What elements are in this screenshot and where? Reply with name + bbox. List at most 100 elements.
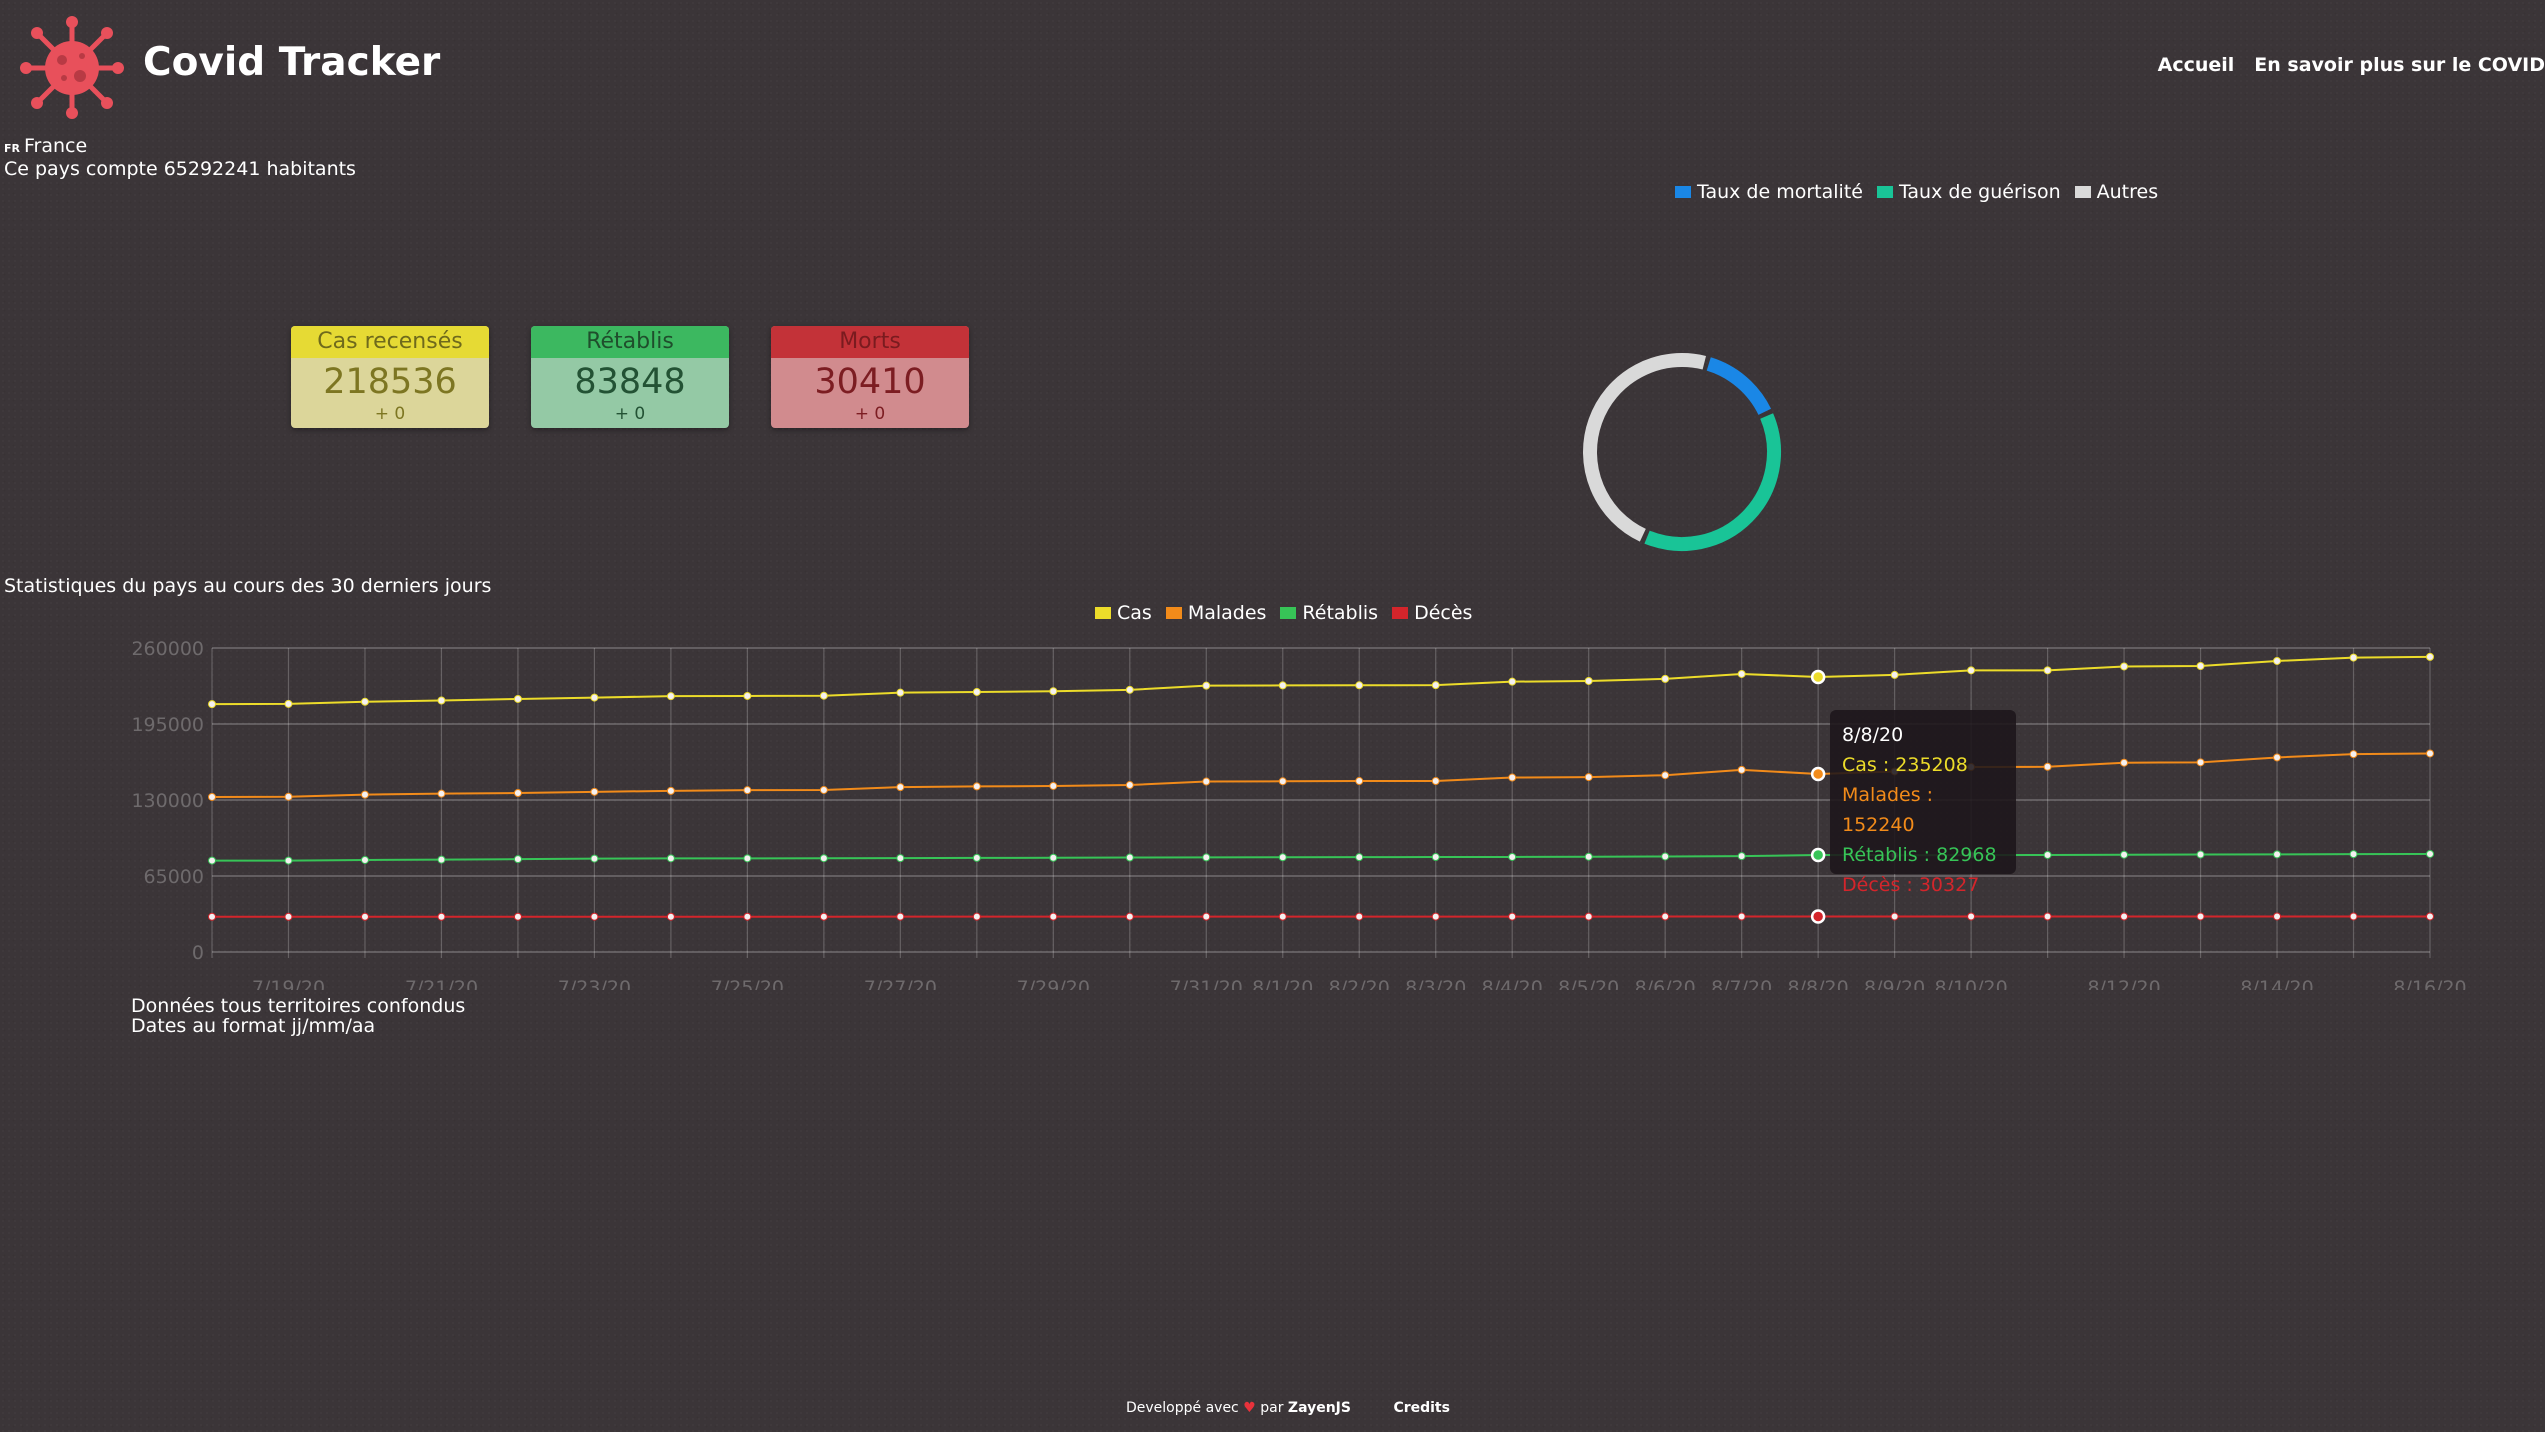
data-point[interactable] [2426, 652, 2434, 661]
data-point[interactable] [284, 792, 293, 801]
data-point[interactable] [590, 787, 599, 796]
data-point[interactable] [1202, 777, 1211, 786]
data-point[interactable] [360, 790, 369, 799]
legend-item-others[interactable]: Autres [2074, 181, 2158, 203]
data-point[interactable] [896, 854, 905, 863]
data-point[interactable] [819, 912, 828, 921]
data-point[interactable] [896, 912, 905, 921]
data-point[interactable] [1661, 674, 1670, 683]
data-point[interactable] [1278, 681, 1287, 690]
data-point[interactable] [360, 697, 369, 706]
data-point[interactable] [2273, 753, 2282, 762]
data-point[interactable] [1967, 912, 1976, 921]
data-point[interactable] [1431, 681, 1440, 690]
data-point[interactable] [666, 912, 675, 921]
data-point[interactable] [1278, 912, 1287, 921]
data-point[interactable] [1202, 912, 1211, 921]
donut-slice-recovery[interactable] [1644, 413, 1781, 551]
data-point[interactable] [513, 912, 522, 921]
data-point[interactable] [666, 692, 675, 701]
data-point[interactable] [1890, 912, 1899, 921]
data-point[interactable] [1967, 666, 1976, 675]
data-point[interactable] [2426, 749, 2434, 758]
data-point[interactable] [743, 912, 752, 921]
data-point[interactable] [1431, 912, 1440, 921]
data-point[interactable] [2349, 850, 2358, 859]
data-point[interactable] [743, 691, 752, 700]
data-point[interactable] [1584, 912, 1593, 921]
data-point[interactable] [360, 855, 369, 864]
data-point[interactable] [437, 855, 446, 864]
data-point[interactable] [1508, 773, 1517, 782]
data-point[interactable] [360, 912, 369, 921]
data-point[interactable] [2426, 849, 2434, 858]
data-point[interactable] [1431, 853, 1440, 862]
legend-item-mortality[interactable]: Taux de mortalité [1675, 181, 1863, 203]
data-point[interactable] [437, 789, 446, 798]
legend-item-cases[interactable]: Cas [1095, 602, 1152, 624]
data-point[interactable] [972, 687, 981, 696]
data-point[interactable] [208, 700, 216, 709]
data-point[interactable] [2120, 758, 2129, 767]
data-point[interactable] [1049, 781, 1058, 790]
data-point[interactable] [819, 785, 828, 794]
data-point[interactable] [1737, 912, 1746, 921]
credits-link[interactable]: Credits [1393, 1400, 1450, 1416]
data-point[interactable] [1355, 853, 1364, 862]
data-point[interactable] [437, 912, 446, 921]
data-point[interactable] [743, 854, 752, 863]
data-point[interactable] [590, 912, 599, 921]
data-point[interactable] [513, 855, 522, 864]
data-point[interactable] [1737, 669, 1746, 678]
author-link[interactable]: ZayenJS [1288, 1400, 1351, 1416]
data-point[interactable] [284, 699, 293, 708]
data-point[interactable] [2120, 662, 2129, 671]
data-point[interactable] [2196, 912, 2205, 921]
data-point[interactable] [2349, 653, 2358, 662]
data-point[interactable] [1508, 677, 1517, 686]
data-point[interactable] [1355, 912, 1364, 921]
nav-about-covid-link[interactable]: En savoir plus sur le COVID [2254, 54, 2545, 76]
data-point[interactable] [1584, 852, 1593, 861]
data-point[interactable] [972, 912, 981, 921]
data-point[interactable] [1810, 909, 1826, 924]
data-point[interactable] [2043, 666, 2052, 675]
data-point[interactable] [284, 856, 293, 865]
legend-item-sick[interactable]: Malades [1165, 602, 1266, 624]
data-point[interactable] [1890, 670, 1899, 679]
data-point[interactable] [2349, 912, 2358, 921]
data-point[interactable] [1737, 852, 1746, 861]
data-point[interactable] [1810, 669, 1826, 685]
data-point[interactable] [513, 694, 522, 703]
nav-home-link[interactable]: Accueil [2158, 54, 2235, 76]
data-point[interactable] [1661, 912, 1670, 921]
data-point[interactable] [437, 696, 446, 705]
data-point[interactable] [1810, 766, 1826, 782]
data-point[interactable] [1355, 777, 1364, 786]
data-point[interactable] [2043, 850, 2052, 859]
data-point[interactable] [1355, 681, 1364, 690]
data-point[interactable] [972, 782, 981, 791]
data-point[interactable] [666, 854, 675, 863]
data-point[interactable] [2196, 850, 2205, 859]
data-point[interactable] [208, 856, 216, 865]
data-point[interactable] [1125, 912, 1134, 921]
data-point[interactable] [1202, 681, 1211, 690]
data-point[interactable] [2196, 662, 2205, 671]
data-point[interactable] [972, 853, 981, 862]
legend-item-recovery[interactable]: Taux de guérison [1876, 181, 2061, 203]
donut-slice-mortality[interactable] [1706, 357, 1772, 416]
data-point[interactable] [1202, 853, 1211, 862]
data-point[interactable] [819, 854, 828, 863]
data-point[interactable] [1508, 852, 1517, 861]
data-point[interactable] [590, 693, 599, 702]
data-point[interactable] [896, 688, 905, 697]
data-point[interactable] [2273, 912, 2282, 921]
data-point[interactable] [2349, 750, 2358, 759]
data-point[interactable] [2273, 656, 2282, 665]
data-point[interactable] [2043, 762, 2052, 771]
data-point[interactable] [1278, 777, 1287, 786]
data-point[interactable] [819, 691, 828, 700]
data-point[interactable] [1125, 781, 1134, 790]
data-point[interactable] [513, 788, 522, 797]
